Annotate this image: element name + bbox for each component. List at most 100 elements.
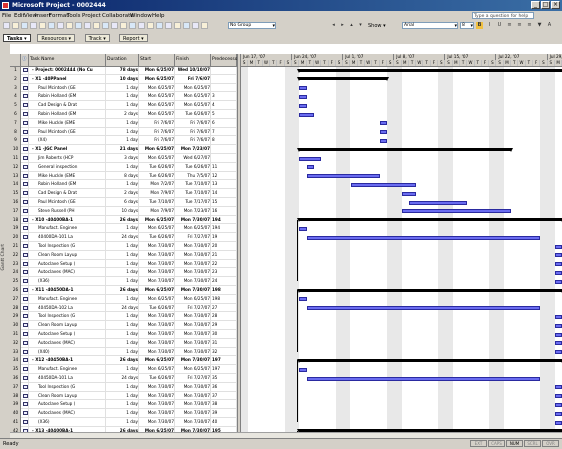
row-number[interactable]: 20 bbox=[10, 233, 21, 242]
table-row[interactable]: 8Paul Mcintosh (GE1 dayFri 7/6/07Fri 7/6… bbox=[10, 128, 237, 137]
paste-icon[interactable] bbox=[75, 22, 82, 29]
task-pred-cell[interactable]: 36 bbox=[211, 383, 237, 392]
task-finish-cell[interactable]: Wed 10/10/07 bbox=[175, 66, 211, 75]
row-number[interactable]: 10 bbox=[10, 145, 21, 154]
task-dur-cell[interactable]: 26 days bbox=[106, 286, 139, 295]
task-start-cell[interactable]: Mon 6/25/07 bbox=[139, 84, 175, 93]
task-name-cell[interactable]: Jim Roberts (HCP bbox=[29, 154, 106, 163]
task-bar[interactable] bbox=[380, 139, 387, 143]
task-start-cell[interactable]: Fri 7/6/07 bbox=[139, 119, 175, 128]
menu-collaborate[interactable]: Collaborate bbox=[102, 12, 134, 20]
column-header-4[interactable]: Start bbox=[139, 54, 175, 66]
task-finish-cell[interactable]: Mon 6/25/07 bbox=[175, 295, 211, 304]
table-row[interactable]: 26- X11 -40450DA-126 daysMon 6/25/07Mon … bbox=[10, 286, 237, 295]
task-dur-cell[interactable]: 26 days bbox=[106, 216, 139, 225]
task-dur-cell[interactable]: 6 days bbox=[106, 198, 139, 207]
task-dur-cell[interactable]: 3 days bbox=[106, 154, 139, 163]
table-row[interactable]: 16Paul Mcintosh (GE6 daysTue 7/10/07Tue … bbox=[10, 198, 237, 207]
table-row[interactable]: 14Robin Holland (EM1 dayMon 7/2/07Tue 7/… bbox=[10, 180, 237, 189]
summary-bar[interactable] bbox=[299, 69, 562, 72]
row-number[interactable]: 15 bbox=[10, 189, 21, 198]
task-start-cell[interactable]: Mon 7/30/07 bbox=[139, 392, 175, 401]
link-icon[interactable] bbox=[120, 22, 127, 29]
save-icon[interactable] bbox=[21, 22, 28, 29]
font-select[interactable]: Arial bbox=[402, 22, 458, 29]
ask-question-input[interactable]: Type a question for help bbox=[472, 12, 534, 19]
task-name-cell[interactable]: Tool Inspection (G bbox=[29, 383, 106, 392]
filter-button[interactable]: ▼ bbox=[536, 22, 543, 29]
table-row[interactable]: 30Clean Room Layup1 dayMon 7/30/07Mon 7/… bbox=[10, 321, 237, 330]
align-right-button[interactable]: ≡ bbox=[526, 22, 533, 29]
task-bar[interactable] bbox=[307, 377, 541, 381]
row-number[interactable]: 30 bbox=[10, 321, 21, 330]
task-finish-cell[interactable]: Tue 7/17/07 bbox=[175, 198, 211, 207]
task-start-cell[interactable]: Mon 6/25/07 bbox=[139, 216, 175, 225]
task-name-cell[interactable]: Manufact. Enginee bbox=[29, 365, 106, 374]
task-bar[interactable] bbox=[299, 368, 306, 372]
close-button[interactable]: × bbox=[551, 1, 560, 9]
row-number[interactable]: 26 bbox=[10, 286, 21, 295]
row-number[interactable]: 39 bbox=[10, 400, 21, 409]
task-dur-cell[interactable]: 1 day bbox=[106, 409, 139, 418]
task-pred-cell[interactable]: 23 bbox=[211, 268, 237, 277]
table-row[interactable]: 19Manufact. Enginee1 dayMon 6/25/07Mon 6… bbox=[10, 224, 237, 233]
task-name-cell[interactable]: 40400DA-101 La bbox=[29, 233, 106, 242]
task-finish-cell[interactable]: Mon 6/25/07 bbox=[175, 224, 211, 233]
task-start-cell[interactable]: Mon 7/30/07 bbox=[139, 321, 175, 330]
task-bar[interactable] bbox=[555, 315, 562, 319]
task-bar[interactable] bbox=[555, 385, 562, 389]
task-finish-cell[interactable]: Mon 7/30/07 bbox=[175, 409, 211, 418]
task-dur-cell[interactable]: 78 days bbox=[106, 66, 139, 75]
task-name-cell[interactable]: Robin Holland (EM bbox=[29, 180, 106, 189]
task-pred-cell[interactable]: 13 bbox=[211, 180, 237, 189]
table-row[interactable]: 35Manufact. Enginee1 dayMon 6/25/07Mon 6… bbox=[10, 365, 237, 374]
table-row[interactable]: 2040400DA-101 La24 daysTue 6/26/07Fri 7/… bbox=[10, 233, 237, 242]
row-number[interactable]: 19 bbox=[10, 224, 21, 233]
task-pred-cell[interactable]: 198 bbox=[211, 286, 237, 295]
table-row[interactable]: 25(X36)1 dayMon 7/30/07Mon 7/30/0724 bbox=[10, 277, 237, 286]
menu-help[interactable]: Help bbox=[152, 12, 165, 20]
task-start-cell[interactable]: Mon 7/9/07 bbox=[139, 189, 175, 198]
task-dur-cell[interactable]: 1 day bbox=[106, 163, 139, 172]
unlink-icon[interactable] bbox=[129, 22, 136, 29]
task-start-cell[interactable]: Mon 7/30/07 bbox=[139, 242, 175, 251]
task-name-cell[interactable]: Cad Design & Drat bbox=[29, 101, 106, 110]
table-row[interactable]: 27Manufact. Enginee1 dayMon 6/25/07Mon 6… bbox=[10, 295, 237, 304]
table-row[interactable]: 11Jim Roberts (HCP3 daysMon 6/25/07Wed 6… bbox=[10, 154, 237, 163]
new-icon[interactable] bbox=[3, 22, 10, 29]
task-dur-cell[interactable]: 1 day bbox=[106, 400, 139, 409]
align-center-button[interactable]: ≡ bbox=[516, 22, 523, 29]
task-pred-cell[interactable] bbox=[211, 145, 237, 154]
summary-bar[interactable] bbox=[299, 148, 511, 151]
table-row[interactable]: 6Robin Holland (EM2 daysMon 6/25/07Tue 6… bbox=[10, 110, 237, 119]
task-finish-cell[interactable]: Mon 7/30/07 bbox=[175, 312, 211, 321]
task-finish-cell[interactable]: Mon 6/25/07 bbox=[175, 365, 211, 374]
row-number[interactable]: 22 bbox=[10, 251, 21, 260]
task-name-cell[interactable]: Clean Room Layup bbox=[29, 392, 106, 401]
table-row[interactable]: 33(X40)1 dayMon 7/30/07Mon 7/30/0732 bbox=[10, 348, 237, 357]
task-name-cell[interactable]: Robin Holland (EM bbox=[29, 92, 106, 101]
task-finish-cell[interactable]: Fri 7/27/07 bbox=[175, 374, 211, 383]
table-row[interactable]: 17Steve Russell (PH10 daysMon 7/9/07Mon … bbox=[10, 207, 237, 216]
table-row[interactable]: 41(X36)1 dayMon 7/30/07Mon 7/30/0740 bbox=[10, 418, 237, 427]
task-start-cell[interactable]: Mon 7/30/07 bbox=[139, 418, 175, 427]
guide-tab-report[interactable]: Report ▾ bbox=[119, 34, 148, 42]
task-name-cell[interactable]: Robin Holland (EM bbox=[29, 110, 106, 119]
task-dur-cell[interactable]: 1 day bbox=[106, 383, 139, 392]
task-start-cell[interactable]: Tue 6/26/07 bbox=[139, 172, 175, 181]
task-bar[interactable] bbox=[299, 86, 306, 90]
task-pred-cell[interactable]: 3 bbox=[211, 92, 237, 101]
info-column-icon[interactable]: ⓘ bbox=[21, 54, 29, 66]
task-dur-cell[interactable]: 1 day bbox=[106, 136, 139, 145]
task-finish-cell[interactable]: Mon 6/25/07 bbox=[175, 92, 211, 101]
task-name-cell[interactable]: Clean Room Layup bbox=[29, 321, 106, 330]
row-number[interactable]: 12 bbox=[10, 163, 21, 172]
summary-bar[interactable] bbox=[299, 289, 562, 292]
task-dur-cell[interactable]: 1 day bbox=[106, 84, 139, 93]
task-name-cell[interactable]: Mike Huckle (EME bbox=[29, 119, 106, 128]
task-pred-cell[interactable]: 14 bbox=[211, 189, 237, 198]
task-pred-cell[interactable]: 28 bbox=[211, 312, 237, 321]
task-bar[interactable] bbox=[555, 280, 562, 284]
zoom-in-icon[interactable] bbox=[183, 22, 190, 29]
task-bar[interactable] bbox=[409, 201, 467, 205]
